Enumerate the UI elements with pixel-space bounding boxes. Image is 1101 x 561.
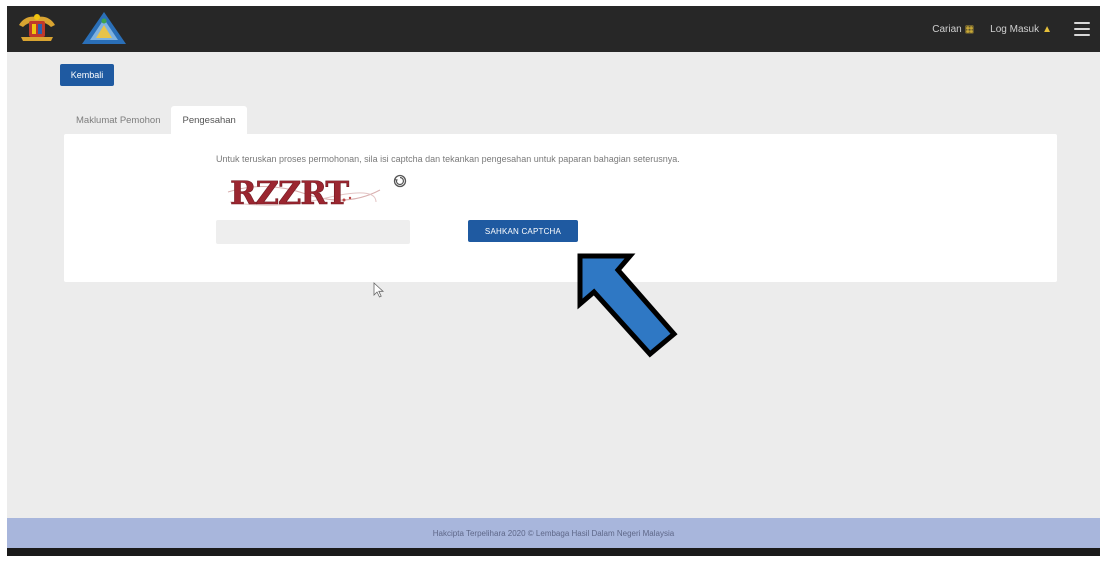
verification-panel: Untuk teruskan proses permohonan, sila i… — [64, 134, 1057, 282]
mouse-cursor-icon — [373, 282, 385, 298]
browser-frame: Carian ▦ Log Masuk ▲ Kembali Maklumat Pe… — [7, 6, 1100, 556]
footer: Hakcipta Terpelihara 2020 © Lembaga Hasi… — [7, 518, 1100, 548]
verify-captcha-button[interactable]: SAHKAN CAPTCHA — [468, 220, 578, 242]
search-link[interactable]: Carian ▦ — [932, 24, 974, 35]
tab-applicant-info[interactable]: Maklumat Pemohon — [65, 106, 171, 134]
crest-logo[interactable] — [15, 11, 59, 45]
footer-copyright: Hakcipta Terpelihara 2020 © Lembaga Hasi… — [432, 528, 675, 538]
refresh-captcha-icon[interactable] — [393, 174, 407, 188]
search-icon: ▦ — [964, 23, 975, 35]
tab-bar: Maklumat Pemohon Pengesahan — [65, 106, 247, 134]
tab-verification[interactable]: Pengesahan — [171, 106, 247, 134]
annotation-arrow-icon — [577, 253, 678, 358]
bottom-bar — [7, 548, 1100, 556]
login-link[interactable]: Log Masuk ▲ — [990, 24, 1052, 35]
captcha-image: RZZRT — [226, 172, 382, 212]
login-link-label: Log Masuk — [990, 23, 1040, 35]
back-button[interactable]: Kembali — [60, 64, 114, 86]
top-navbar: Carian ▦ Log Masuk ▲ — [7, 6, 1100, 52]
hamburger-menu-icon[interactable] — [1074, 22, 1090, 36]
header-nav: Carian ▦ Log Masuk ▲ — [932, 6, 1090, 52]
agency-logo[interactable] — [80, 10, 128, 46]
captcha-instruction: Untuk teruskan proses permohonan, sila i… — [216, 154, 680, 164]
captcha-input[interactable] — [216, 220, 410, 244]
lock-icon: ▲ — [1042, 23, 1052, 35]
search-link-label: Carian — [932, 23, 962, 35]
captcha-text: RZZRT — [230, 174, 349, 212]
